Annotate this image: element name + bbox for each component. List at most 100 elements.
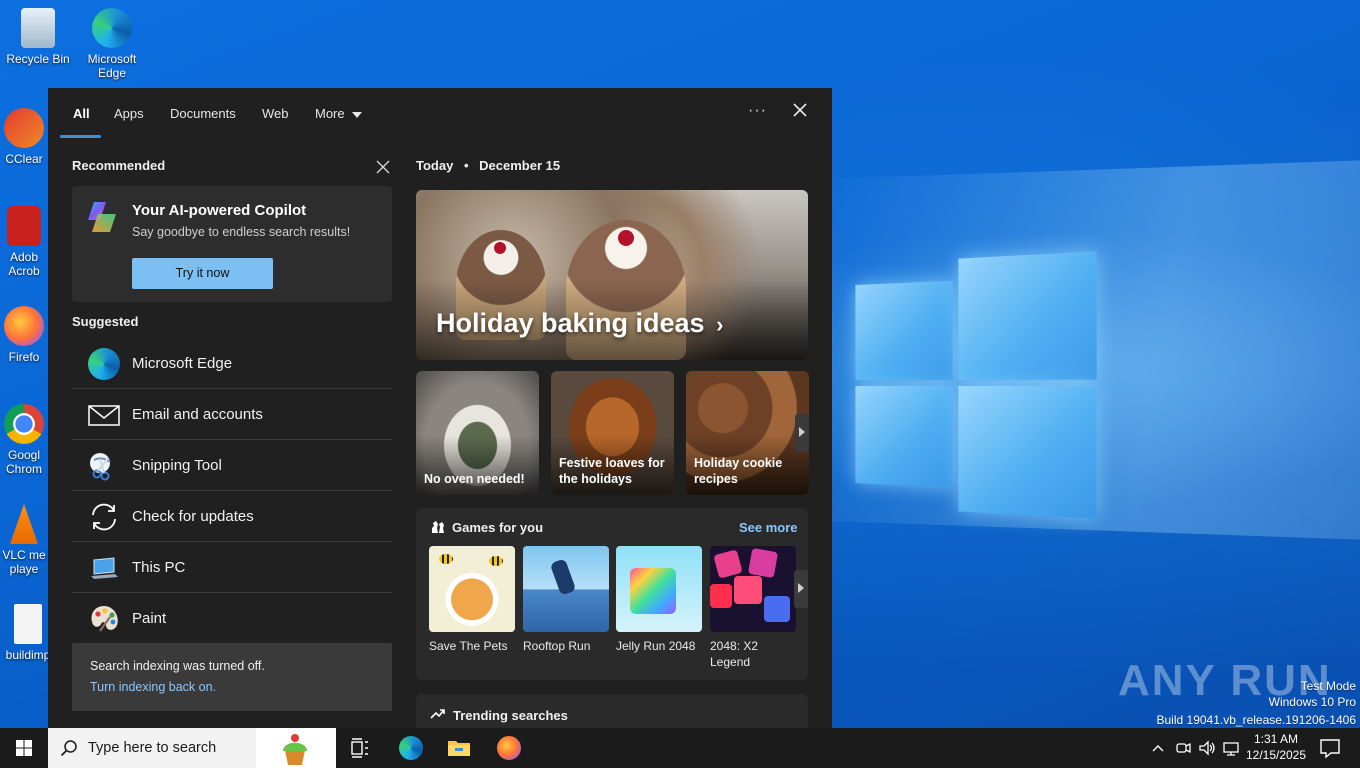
suggested-item-label: Check for updates <box>132 508 254 525</box>
desktop-icon-label: Googl Chrom <box>5 448 42 476</box>
hero-title: Holiday baking ideas › <box>436 308 723 339</box>
search-panel: All Apps Documents Web More ··· Recommen… <box>48 88 832 728</box>
taskbar-search-box[interactable]: Type here to search <box>48 728 336 768</box>
right-column: Today • December 15 Holiday baking ideas… <box>416 158 816 728</box>
suggested-item-label: This PC <box>132 559 186 576</box>
game-thumbnail <box>616 546 702 632</box>
edge-icon <box>88 348 120 380</box>
clock-time: 1:31 AM <box>1253 732 1299 746</box>
bee-decoration <box>489 556 503 566</box>
games-card: Games for you See more Save The Pets Roo… <box>416 508 808 680</box>
tile-label: No oven needed! <box>424 472 525 486</box>
desktop-icon-ccleaner[interactable]: CClear <box>0 108 48 166</box>
recommended-heading: Recommended <box>72 158 166 173</box>
chevron-right-icon: › <box>716 312 724 337</box>
clock[interactable]: 1:31 AM 12/15/2025 <box>1244 732 1308 762</box>
desktop-icon-google-chrome[interactable]: Googl Chrom <box>0 404 48 476</box>
today-separator: • <box>463 158 469 173</box>
tile-festive-loaves[interactable]: Festive loaves for the holidays <box>551 371 674 495</box>
suggested-item-label: Paint <box>132 610 167 627</box>
desktop-icon-firefox[interactable]: Firefo <box>0 306 48 364</box>
indexing-message: Search indexing was turned off. <box>90 659 265 673</box>
game-label: Save The Pets <box>429 639 508 653</box>
copilot-card[interactable]: Your AI-powered Copilot Say goodbye to e… <box>72 186 392 302</box>
game-2048-x2-legend[interactable]: 2048: X2 Legend <box>710 546 796 670</box>
hero-card-holiday-baking[interactable]: Holiday baking ideas › <box>416 190 808 360</box>
copilot-icon <box>88 202 116 232</box>
build-label: Build 19041.vb_release.191206-1406 <box>1156 713 1357 727</box>
tile-label: Holiday cookie recipes <box>694 456 783 486</box>
ccleaner-icon <box>4 108 44 148</box>
search-icon <box>60 740 77 757</box>
tab-apps[interactable]: Apps <box>114 106 144 121</box>
tile-no-oven-needed[interactable]: No oven needed! <box>416 371 539 495</box>
suggested-item-snipping-tool[interactable]: Snipping Tool <box>72 440 392 491</box>
task-view-icon[interactable] <box>348 736 372 760</box>
taskbar: Type here to search 1:31 AM 12/15/2025 <box>0 728 1360 768</box>
tab-all[interactable]: All <box>73 106 90 121</box>
tile-holiday-cookies[interactable]: Holiday cookie recipes <box>686 371 809 495</box>
turn-indexing-on-link[interactable]: Turn indexing back on. <box>90 680 216 694</box>
suggested-item-label: Email and accounts <box>132 406 263 423</box>
number-block <box>764 596 790 622</box>
desktop-icon-microsoft-edge[interactable]: Microsoft Edge <box>74 8 150 80</box>
game-thumbnail <box>710 546 796 632</box>
dismiss-recommended-icon[interactable] <box>376 160 390 174</box>
trending-card: Trending searches <box>416 694 808 728</box>
taskbar-firefox-icon[interactable] <box>497 736 521 760</box>
laptop-icon <box>91 557 118 579</box>
tab-more[interactable]: More <box>315 106 363 121</box>
desktop-icon-adobe-acrobat[interactable]: Adob Acrob <box>0 206 48 278</box>
desktop-icon-label: Firefo <box>8 350 40 364</box>
meet-now-icon[interactable] <box>1174 736 1192 760</box>
copilot-title: Your AI-powered Copilot <box>132 202 307 219</box>
trending-up-icon <box>430 709 445 719</box>
bee-decoration <box>439 554 453 564</box>
game-jelly-run-2048[interactable]: Jelly Run 2048 <box>616 546 702 654</box>
berry-decoration <box>494 242 506 254</box>
scissors-icon <box>90 453 111 481</box>
number-block <box>713 549 743 579</box>
today-date: December 15 <box>479 158 561 173</box>
more-options-icon[interactable]: ··· <box>748 102 767 120</box>
suggested-item-email-and-accounts[interactable]: Email and accounts <box>72 389 392 440</box>
close-icon[interactable] <box>790 100 810 120</box>
image-file-icon <box>14 604 42 644</box>
network-icon[interactable] <box>1222 736 1240 760</box>
palette-icon <box>91 606 118 632</box>
file-explorer-icon[interactable] <box>447 736 471 760</box>
tiles-next-arrow[interactable] <box>795 414 809 452</box>
tab-documents[interactable]: Documents <box>170 106 236 121</box>
suggested-item-this-pc[interactable]: This PC <box>72 542 392 593</box>
game-rooftop-run[interactable]: Rooftop Run <box>523 546 609 654</box>
desktop-icon-label: VLC me playe <box>2 548 46 576</box>
search-highlight-cupcake-icon <box>256 728 336 768</box>
game-label: Rooftop Run <box>523 639 591 653</box>
tab-web[interactable]: Web <box>262 106 289 121</box>
today-heading: Today • December 15 <box>416 158 816 173</box>
desktop-icon-recycle-bin[interactable]: Recycle Bin <box>0 8 76 66</box>
suggested-item-microsoft-edge[interactable]: Microsoft Edge <box>72 338 392 389</box>
today-tiles: No oven needed! Festive loaves for the h… <box>416 371 816 495</box>
test-mode-label: Test Mode <box>1300 679 1356 693</box>
runner-figure <box>549 558 577 596</box>
hero-title-text: Holiday baking ideas <box>436 308 705 338</box>
notifications-icon[interactable] <box>1318 736 1342 760</box>
game-thumbnail <box>429 546 515 632</box>
desktop-icon-vlc[interactable]: VLC me playe <box>0 504 48 576</box>
suggested-item-check-for-updates[interactable]: Check for updates <box>72 491 392 542</box>
taskbar-edge-icon[interactable] <box>399 736 423 760</box>
see-more-link[interactable]: See more <box>739 520 798 535</box>
suggested-item-label: Microsoft Edge <box>132 355 233 372</box>
suggested-item-label: Snipping Tool <box>132 457 222 474</box>
desktop-icon-label: CClear <box>5 152 43 166</box>
try-it-now-button[interactable]: Try it now <box>132 258 273 289</box>
vlc-cone-icon <box>10 504 38 544</box>
games-next-arrow[interactable] <box>794 570 808 608</box>
suggested-item-paint[interactable]: Paint <box>72 593 392 644</box>
volume-icon[interactable] <box>1198 736 1216 760</box>
game-save-the-pets[interactable]: Save The Pets <box>429 546 515 654</box>
windows-start-icon[interactable] <box>0 728 48 768</box>
windows-edition-label: Windows 10 Pro <box>1268 695 1356 709</box>
chevron-up-icon[interactable] <box>1150 736 1166 760</box>
